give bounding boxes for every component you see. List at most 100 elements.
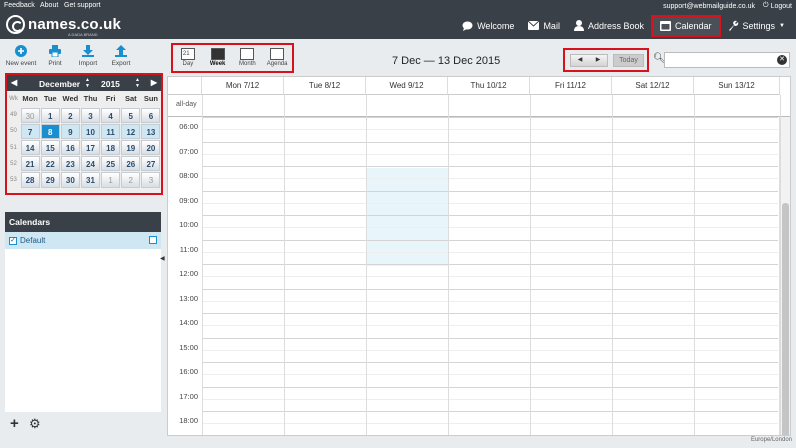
calendar-day[interactable]: 26: [121, 156, 141, 172]
year-select[interactable]: 2015: [101, 79, 120, 89]
next-month-icon[interactable]: ▶: [151, 78, 157, 87]
prev-month-icon[interactable]: ◀: [11, 78, 17, 87]
column-header[interactable]: Sat 12/12: [612, 77, 694, 95]
calendar-day[interactable]: 17: [80, 140, 101, 156]
day-column-divider: [284, 95, 285, 435]
calendar-day[interactable]: 20: [141, 140, 161, 156]
nav-welcome[interactable]: Welcome: [455, 15, 521, 37]
clear-search-icon[interactable]: ✕: [777, 55, 787, 65]
month-select[interactable]: December: [39, 79, 80, 89]
calendar-day[interactable]: 30: [20, 107, 40, 123]
nav-address-book[interactable]: Address Book: [567, 15, 651, 37]
calendar-day[interactable]: 10: [80, 123, 101, 140]
calendar-day[interactable]: 31: [80, 172, 101, 188]
calendar-day[interactable]: 2: [60, 107, 80, 123]
logo[interactable]: names.co.uk A DADA BRAND: [6, 15, 121, 37]
feedback-link[interactable]: Feedback: [4, 2, 35, 9]
week-number: 50: [10, 128, 17, 135]
checkbox-checked-icon[interactable]: ✓: [9, 236, 17, 245]
calendar-day[interactable]: 7: [20, 123, 40, 140]
calendar-day[interactable]: 21: [20, 156, 40, 172]
column-header[interactable]: Thu 10/12: [448, 77, 530, 95]
half-hour-line: [202, 251, 778, 253]
calendar-day[interactable]: 22: [40, 156, 60, 172]
view-month-button[interactable]: Month: [233, 48, 261, 71]
add-calendar-icon[interactable]: +: [10, 415, 19, 432]
collapse-arrow-icon[interactable]: ◀: [160, 255, 165, 263]
view-week-button[interactable]: Week: [204, 48, 232, 71]
export-button[interactable]: Export: [104, 45, 138, 67]
calendars-title: Calendars: [5, 212, 161, 232]
calendar-day[interactable]: 13: [141, 123, 161, 140]
scrollbar-thumb[interactable]: [782, 203, 789, 435]
import-button[interactable]: Import: [71, 45, 105, 67]
hour-label: 09:00: [179, 195, 198, 205]
calendar-day[interactable]: 16: [60, 140, 80, 156]
nav-mail[interactable]: Mail: [521, 15, 567, 37]
calendar-day[interactable]: 23: [60, 156, 80, 172]
calendar-day[interactable]: 28: [20, 172, 40, 188]
calendar-day[interactable]: 25: [101, 156, 121, 172]
nav-calendar-label: Calendar: [674, 20, 712, 31]
day-column-divider: [530, 95, 531, 435]
day-header: Sat: [124, 94, 137, 103]
calendar-day[interactable]: 11: [101, 123, 121, 140]
half-hour-line: [202, 178, 778, 180]
calendar-day[interactable]: 1: [40, 107, 60, 123]
calendar-day[interactable]: 9: [60, 123, 80, 140]
calendar-day[interactable]: 24: [80, 156, 101, 172]
next-week-icon[interactable]: ▶: [596, 55, 601, 66]
nav-address-book-label: Address Book: [587, 20, 644, 31]
view-agenda-button[interactable]: Agenda: [263, 48, 291, 71]
half-hour-line: [202, 423, 778, 425]
hour-label: 14:00: [179, 318, 198, 327]
column-header[interactable]: Wed 9/12: [366, 77, 448, 95]
calendar-day[interactable]: 12: [121, 123, 141, 140]
calendar-day[interactable]: 4: [101, 107, 121, 123]
column-header[interactable]: Sun 13/12: [694, 77, 780, 95]
hour-line: [202, 288, 778, 290]
main-nav: Welcome Mail Address Book Calendar Setti…: [455, 12, 792, 39]
calendar-day[interactable]: 19: [121, 140, 141, 156]
nav-calendar[interactable]: Calendar: [650, 14, 721, 37]
calendar-day[interactable]: 3: [80, 107, 101, 123]
hour-line: [202, 411, 778, 412]
day-header: Fri: [105, 94, 116, 103]
search-input[interactable]: [664, 52, 790, 68]
gear-icon[interactable]: ⚙: [29, 416, 41, 432]
half-hour-line: [202, 325, 778, 327]
half-hour-line: [202, 374, 778, 376]
prev-week-icon[interactable]: ◀: [578, 55, 583, 66]
search-box: 🔍︎ ✕: [651, 52, 790, 68]
all-day-row[interactable]: all-day: [168, 95, 790, 117]
calendar-day[interactable]: 1: [101, 172, 121, 188]
about-link[interactable]: About: [40, 2, 58, 9]
hour-label: 15:00: [179, 342, 198, 352]
view-day-button[interactable]: Day: [174, 48, 202, 71]
today-button[interactable]: Today: [613, 54, 644, 67]
calendar-day[interactable]: 14: [20, 140, 40, 156]
logout-label: Logout: [770, 2, 792, 10]
print-button[interactable]: Print: [38, 45, 72, 67]
view-month-label: Month: [239, 61, 256, 67]
calendar-day[interactable]: 5: [121, 107, 141, 123]
calendar-day[interactable]: 30: [60, 172, 80, 188]
calendar-item-default[interactable]: ✓ Default: [5, 232, 161, 249]
download-icon: [82, 45, 94, 57]
calendar-day[interactable]: 18: [101, 140, 121, 156]
calendar-day[interactable]: 6: [141, 107, 161, 123]
nav-settings[interactable]: Settings ▼: [721, 15, 792, 37]
logout-button[interactable]: ⏻ Logout: [763, 2, 792, 10]
calendar-day[interactable]: 29: [40, 172, 60, 188]
column-header[interactable]: Fri 11/12: [530, 77, 612, 95]
column-header[interactable]: Tue 8/12: [284, 77, 366, 95]
get-support-link[interactable]: Get support: [64, 2, 101, 9]
calendar-day[interactable]: 27: [141, 156, 161, 172]
new-event-button[interactable]: New event: [4, 45, 38, 67]
calendar-day[interactable]: 3: [141, 172, 161, 188]
calendar-day[interactable]: 2: [121, 172, 141, 188]
calendar-day[interactable]: 15: [40, 140, 60, 156]
calendar-day-today[interactable]: 8: [40, 123, 60, 140]
calendar-color-swatch[interactable]: [149, 236, 157, 244]
column-header[interactable]: Mon 7/12: [202, 77, 284, 95]
